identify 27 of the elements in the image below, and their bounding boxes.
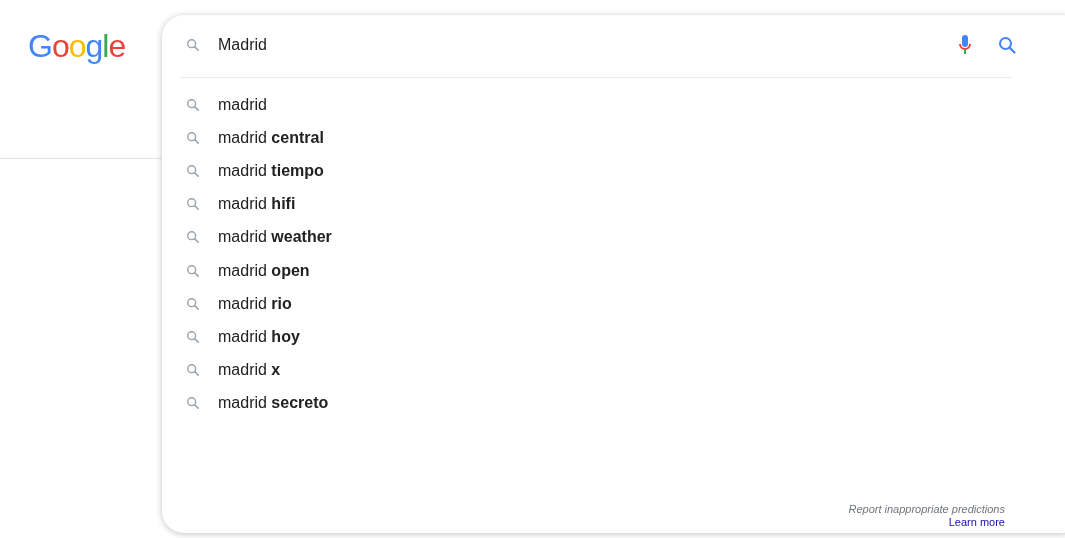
report-link[interactable]: Report inappropriate predictions — [848, 503, 1005, 516]
suggestion-item[interactable]: madrid open — [218, 261, 310, 280]
suggestion-item[interactable]: madrid rio — [218, 294, 292, 313]
suggestion-item[interactable]: madrid — [218, 95, 267, 114]
suggestion-item[interactable]: madrid tiempo — [218, 161, 324, 180]
suggestion-item[interactable]: madrid central — [218, 128, 324, 147]
search-icon — [186, 130, 200, 145]
search-icon — [186, 263, 200, 278]
search-icon — [186, 363, 200, 378]
suggestion-item[interactable]: madrid hoy — [218, 327, 300, 346]
search-icon — [186, 197, 200, 212]
suggestion-item[interactable]: madrid weather — [218, 228, 332, 247]
suggestion-item[interactable]: madrid x — [218, 361, 281, 380]
search-field[interactable]: Madrid — [218, 36, 958, 54]
search-icon — [186, 296, 200, 311]
suggestion-item[interactable]: madrid secreto — [218, 394, 329, 413]
learn-more-link[interactable]: Learn more — [948, 516, 1005, 529]
search-icon — [186, 163, 200, 178]
search-icon — [186, 329, 200, 344]
microphone-icon[interactable] — [958, 34, 972, 56]
search-icon — [186, 396, 200, 411]
suggestion-item[interactable]: madrid hifi — [218, 195, 296, 214]
search-icon — [186, 97, 200, 112]
search-icon — [186, 230, 200, 245]
search-icon — [186, 38, 200, 52]
logo[interactable]: Google — [28, 28, 126, 64]
search-icon[interactable] — [998, 36, 1016, 54]
